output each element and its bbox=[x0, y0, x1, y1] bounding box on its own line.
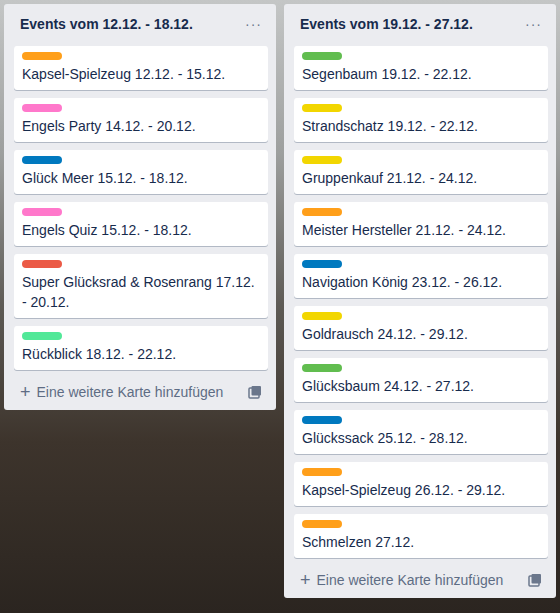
card-title: Glückssack 25.12. - 28.12. bbox=[302, 428, 540, 448]
list-menu-button[interactable]: ··· bbox=[521, 16, 546, 32]
card-label bbox=[22, 260, 62, 268]
board: Events vom 12.12. - 18.12. ··· Kapsel-Spie… bbox=[0, 0, 560, 613]
card-title: Kapsel-Spielzeug 12.12. - 15.12. bbox=[22, 64, 260, 84]
card[interactable]: Glück Meer 15.12. - 18.12. bbox=[14, 150, 268, 194]
card-title: Segenbaum 19.12. - 22.12. bbox=[302, 64, 540, 84]
card[interactable]: Kapsel-Spielzeug 12.12. - 15.12. bbox=[14, 46, 268, 90]
plus-icon: + bbox=[20, 382, 31, 402]
card-label bbox=[302, 208, 342, 216]
list: Events vom 12.12. - 18.12. ··· Kapsel-Spie… bbox=[4, 4, 276, 410]
list-title[interactable]: Events vom 12.12. - 18.12. bbox=[20, 14, 193, 34]
card-label bbox=[302, 364, 342, 372]
list-footer: + Eine weitere Karte hinzufügen bbox=[14, 378, 268, 406]
list-footer: + Eine weitere Karte hinzufügen bbox=[294, 566, 548, 594]
add-card-label: Eine weitere Karte hinzufügen bbox=[317, 570, 504, 590]
card-title: Goldrausch 24.12. - 29.12. bbox=[302, 324, 540, 344]
card-label bbox=[22, 156, 62, 164]
card-title: Navigation König 23.12. - 26.12. bbox=[302, 272, 540, 292]
card[interactable]: Strandschatz 19.12. - 22.12. bbox=[294, 98, 548, 142]
card-label bbox=[302, 104, 342, 112]
card[interactable]: Goldrausch 24.12. - 29.12. bbox=[294, 306, 548, 350]
card[interactable]: Gruppenkauf 21.12. - 24.12. bbox=[294, 150, 548, 194]
card-label bbox=[302, 312, 342, 320]
template-icon[interactable] bbox=[248, 385, 262, 399]
card[interactable]: Meister Hersteller 21.12. - 24.12. bbox=[294, 202, 548, 246]
card-list: Segenbaum 19.12. - 22.12. Strandschatz 19… bbox=[284, 42, 556, 558]
card-label bbox=[302, 260, 342, 268]
card-label bbox=[22, 52, 62, 60]
card-title: Strandschatz 19.12. - 22.12. bbox=[302, 116, 540, 136]
card[interactable]: Navigation König 23.12. - 26.12. bbox=[294, 254, 548, 298]
card[interactable]: Schmelzen 27.12. bbox=[294, 514, 548, 558]
card-label bbox=[302, 416, 342, 424]
card-title: Glück Meer 15.12. - 18.12. bbox=[22, 168, 260, 188]
card-label bbox=[302, 52, 342, 60]
add-card-label: Eine weitere Karte hinzufügen bbox=[37, 382, 224, 402]
card-label bbox=[302, 520, 342, 528]
card[interactable]: Glückssack 25.12. - 28.12. bbox=[294, 410, 548, 454]
list-header: Events vom 19.12. - 27.12. ··· bbox=[284, 4, 556, 42]
card-label bbox=[22, 332, 62, 340]
add-card-button[interactable]: + Eine weitere Karte hinzufügen bbox=[300, 570, 503, 590]
card-title: Rückblick 18.12. - 22.12. bbox=[22, 344, 260, 364]
card-title: Schmelzen 27.12. bbox=[302, 532, 540, 552]
card-label bbox=[22, 104, 62, 112]
card-title: Super Glücksrad & Rosenrang 17.12. - 20.… bbox=[22, 272, 260, 312]
card-title: Kapsel-Spielzeug 26.12. - 29.12. bbox=[302, 480, 540, 500]
card[interactable]: Kapsel-Spielzeug 26.12. - 29.12. bbox=[294, 462, 548, 506]
card-label bbox=[302, 156, 342, 164]
card-title: Gruppenkauf 21.12. - 24.12. bbox=[302, 168, 540, 188]
card[interactable]: Rückblick 18.12. - 22.12. bbox=[14, 326, 268, 370]
list: Events vom 19.12. - 27.12. ··· Segenbaum 1… bbox=[284, 4, 556, 598]
card-title: Engels Quiz 15.12. - 18.12. bbox=[22, 220, 260, 240]
list-title[interactable]: Events vom 19.12. - 27.12. bbox=[300, 14, 473, 34]
card-title: Engels Party 14.12. - 20.12. bbox=[22, 116, 260, 136]
plus-icon: + bbox=[300, 570, 311, 590]
card[interactable]: Engels Quiz 15.12. - 18.12. bbox=[14, 202, 268, 246]
card-label bbox=[22, 208, 62, 216]
card-title: Meister Hersteller 21.12. - 24.12. bbox=[302, 220, 540, 240]
card[interactable]: Engels Party 14.12. - 20.12. bbox=[14, 98, 268, 142]
card[interactable]: Segenbaum 19.12. - 22.12. bbox=[294, 46, 548, 90]
list-header: Events vom 12.12. - 18.12. ··· bbox=[4, 4, 276, 42]
card-list: Kapsel-Spielzeug 12.12. - 15.12. Engels P… bbox=[4, 42, 276, 370]
template-icon[interactable] bbox=[528, 573, 542, 587]
card-title: Glücksbaum 24.12. - 27.12. bbox=[302, 376, 540, 396]
card[interactable]: Glücksbaum 24.12. - 27.12. bbox=[294, 358, 548, 402]
add-card-button[interactable]: + Eine weitere Karte hinzufügen bbox=[20, 382, 223, 402]
card-label bbox=[302, 468, 342, 476]
list-menu-button[interactable]: ··· bbox=[241, 16, 266, 32]
card[interactable]: Super Glücksrad & Rosenrang 17.12. - 20.… bbox=[14, 254, 268, 318]
